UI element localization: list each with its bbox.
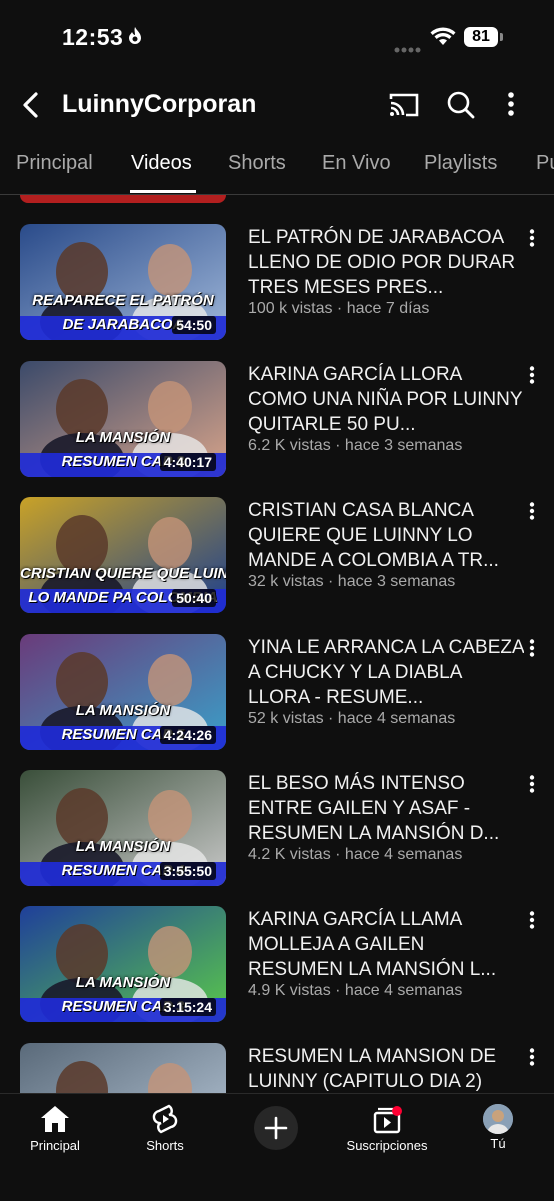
video-meta: 52 k vistas · hace 4 semanas: [248, 710, 456, 727]
video-meta: 100 k vistas · hace 7 días: [248, 300, 430, 317]
video-title[interactable]: KARINA GARCÍA LLORA COMO UNA NIÑA POR LU…: [248, 362, 524, 437]
tab-principal[interactable]: Principal: [16, 152, 93, 175]
video-title[interactable]: KARINA GARCÍA LLAMA MOLLEJA A GAILEN RES…: [248, 907, 524, 982]
video-item[interactable]: REAPARECE EL PATRÓN DE JARABACOA 54:50 EL P…: [0, 224, 554, 344]
home-icon: [0, 1102, 110, 1136]
active-tab-indicator: [130, 190, 196, 193]
thumbnail-caption-line1: LA MANSIÓN: [75, 974, 171, 991]
video-meta: 32 k vistas · hace 3 semanas: [248, 573, 456, 590]
nav-you-label: Tú: [490, 1136, 506, 1151]
battery-indicator: 81: [464, 27, 498, 47]
video-meta: 6.2 K vistas · hace 3 semanas: [248, 437, 463, 454]
video-item[interactable]: CRISTIAN QUIERE QUE LUINNYLO MANDE PA CO…: [0, 497, 554, 617]
shorts-icon: [110, 1102, 220, 1136]
tab-videos[interactable]: Videos: [131, 152, 192, 175]
create-button[interactable]: [254, 1106, 298, 1150]
back-arrow-icon[interactable]: [18, 90, 44, 125]
video-more-icon[interactable]: [528, 774, 536, 799]
tab-shorts[interactable]: Shorts: [228, 152, 286, 175]
nav-subscriptions[interactable]: Suscripciones: [332, 1102, 442, 1153]
video-duration: 4:24:26: [159, 726, 216, 744]
video-thumbnail[interactable]: LA MANSIÓN RESUMEN CAP 3 3:15:24: [20, 906, 226, 1022]
status-bar: 12:53 81: [0, 0, 554, 72]
plus-icon: [264, 1116, 288, 1140]
nav-shorts[interactable]: Shorts: [110, 1102, 220, 1153]
video-more-icon[interactable]: [528, 365, 536, 390]
nav-home[interactable]: Principal: [0, 1102, 110, 1153]
video-thumbnail[interactable]: LA MANSIÓN RESUMEN CAP 4 3:55:50: [20, 770, 226, 886]
avatar: [483, 1104, 513, 1134]
video-more-icon[interactable]: [528, 501, 536, 526]
video-more-icon[interactable]: [528, 1047, 536, 1072]
video-meta: 4.2 K vistas · hace 4 semanas: [248, 846, 463, 863]
more-vert-icon[interactable]: [507, 90, 515, 123]
wifi-icon: [430, 27, 456, 52]
video-thumbnail[interactable]: LA MANSIÓN RESUMEN CAP 5 4:24:26: [20, 634, 226, 750]
video-more-icon[interactable]: [528, 228, 536, 253]
video-item[interactable]: LA MANSIÓN RESUMEN CAP 8 4:40:17 KARINA GAR…: [0, 361, 554, 481]
nav-subscriptions-label: Suscripciones: [346, 1138, 428, 1153]
channel-title: LuinnyCorporan: [62, 90, 257, 118]
tab-partial[interactable]: Pu: [536, 152, 554, 175]
video-title[interactable]: EL PATRÓN DE JARABACOA LLENO DE ODIO POR…: [248, 225, 524, 300]
video-title[interactable]: YINA LE ARRANCA LA CABEZA A CHUCKY Y LA …: [248, 635, 524, 710]
tab-en-vivo[interactable]: En Vivo: [322, 152, 391, 175]
video-title[interactable]: RESUMEN LA MANSION DE LUINNY (CAPITULO D…: [248, 1044, 524, 1093]
thumbnail-caption-line1: LA MANSIÓN: [75, 429, 171, 446]
video-thumbnail[interactable]: [20, 1043, 226, 1093]
bottom-navigation: Principal Shorts Suscripciones Tú: [0, 1093, 554, 1201]
search-icon[interactable]: [446, 90, 476, 125]
channel-header: LuinnyCorporan: [0, 72, 554, 138]
video-list[interactable]: REAPARECE EL PATRÓN DE JARABACOA 54:50 EL P…: [0, 195, 554, 1093]
video-duration: 3:15:24: [159, 998, 216, 1016]
video-title[interactable]: CRISTIAN CASA BLANCA QUIERE QUE LUINNY L…: [248, 498, 524, 573]
video-item[interactable]: RESUMEN LA MANSION DE LUINNY (CAPITULO D…: [0, 1043, 554, 1093]
video-thumbnail[interactable]: REAPARECE EL PATRÓN DE JARABACOA 54:50: [20, 224, 226, 340]
video-more-icon[interactable]: [528, 910, 536, 935]
video-duration: 54:50: [172, 316, 216, 334]
flame-icon: [127, 26, 143, 51]
video-thumbnail[interactable]: CRISTIAN QUIERE QUE LUINNYLO MANDE PA CO…: [20, 497, 226, 613]
video-item[interactable]: LA MANSIÓN RESUMEN CAP 3 3:15:24 KARINA GAR…: [0, 906, 554, 1026]
video-duration: 50:40: [172, 589, 216, 607]
thumbnail-caption-line1: LA MANSIÓN: [75, 838, 171, 855]
thumbnail-caption-line1: LA MANSIÓN: [75, 702, 171, 719]
signal-dots-icon: [394, 40, 422, 58]
video-item[interactable]: LA MANSIÓN RESUMEN CAP 5 4:24:26 YINA LE AR…: [0, 634, 554, 754]
nav-shorts-label: Shorts: [146, 1138, 184, 1153]
video-duration: 3:55:50: [159, 862, 216, 880]
subscriptions-icon: [332, 1102, 442, 1136]
previous-thumbnail-edge[interactable]: [20, 195, 226, 203]
video-title[interactable]: EL BESO MÁS INTENSO ENTRE GAILEN Y ASAF …: [248, 771, 524, 846]
video-duration: 4:40:17: [159, 453, 216, 471]
video-item[interactable]: LA MANSIÓN RESUMEN CAP 4 3:55:50 EL BESO MÁ…: [0, 770, 554, 890]
video-more-icon[interactable]: [528, 638, 536, 663]
battery-nub: [500, 33, 503, 41]
channel-tabs: Principal Videos Shorts En Vivo Playlist…: [0, 138, 554, 195]
cast-icon[interactable]: [388, 90, 420, 125]
nav-you[interactable]: Tú: [443, 1102, 553, 1151]
thumbnail-caption-line1: REAPARECE EL PATRÓN: [32, 292, 214, 309]
video-meta: 4.9 K vistas · hace 4 semanas: [248, 982, 463, 999]
tab-playlists[interactable]: Playlists: [424, 152, 497, 175]
thumbnail-caption-line1: CRISTIAN QUIERE QUE LUINNY: [20, 565, 226, 582]
status-time: 12:53: [62, 24, 124, 50]
nav-home-label: Principal: [30, 1138, 80, 1153]
video-thumbnail[interactable]: LA MANSIÓN RESUMEN CAP 8 4:40:17: [20, 361, 226, 477]
notification-dot: [392, 1106, 402, 1116]
